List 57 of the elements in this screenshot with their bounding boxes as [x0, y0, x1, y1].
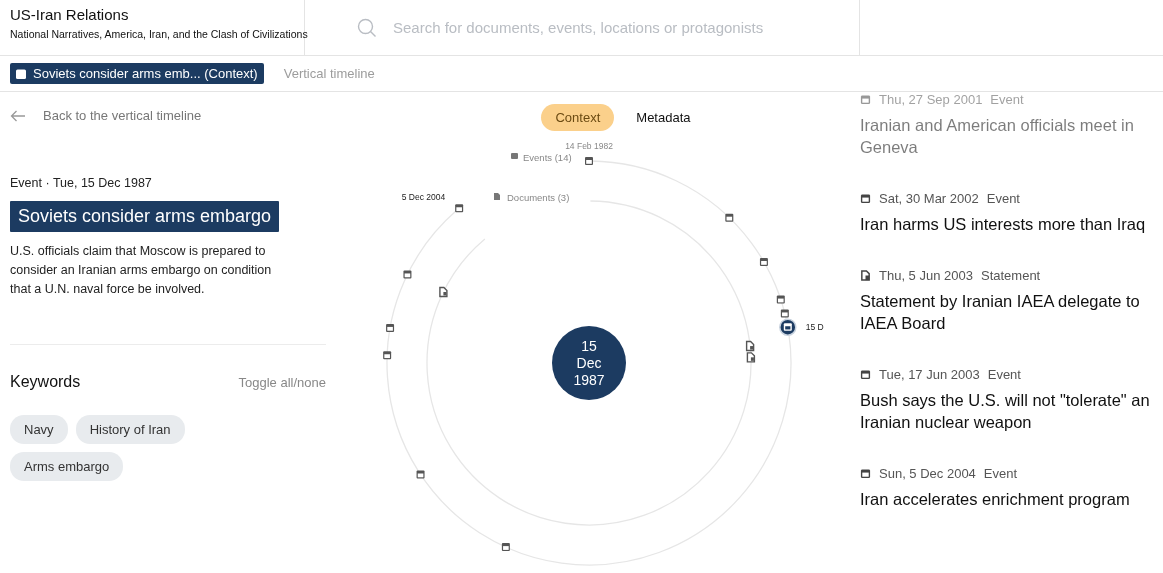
item-type: Event — [990, 92, 1024, 107]
keyword-chip[interactable]: Arms embargo — [10, 452, 124, 481]
document-node-icon[interactable] — [746, 352, 756, 363]
timeline-item-title[interactable]: Iranian and American officials meet in Geneva — [860, 114, 1160, 158]
calendar-icon — [860, 369, 871, 380]
event-description: U.S. officials claim that Moscow is prepared to consider an Iranian arms embargo on condition that a U.N. naval force be involved. — [10, 243, 273, 298]
timeline-item-title[interactable]: Iran harms US interests more than Iraq — [860, 213, 1160, 235]
document-node-icon[interactable] — [439, 286, 448, 298]
calendar-icon — [860, 193, 871, 204]
calendar-icon — [15, 67, 27, 80]
event-node-icon[interactable] — [759, 258, 768, 266]
event-node-icon[interactable] — [403, 270, 412, 279]
breadcrumb-tab[interactable]: Soviets consider arms emb... (Context) — [10, 63, 264, 84]
item-date: Sat, 30 Mar 2002 — [879, 191, 979, 206]
site-title[interactable]: US-Iran Relations — [10, 6, 304, 23]
event-node-icon[interactable] — [383, 351, 392, 360]
event-node-icon[interactable] — [776, 295, 785, 304]
event-node-icon[interactable] — [416, 470, 425, 479]
item-type: Statement — [980, 268, 1041, 283]
back-link[interactable]: Back to the vertical timeline — [10, 108, 326, 123]
event-node-icon[interactable] — [501, 543, 510, 552]
event-node-icon[interactable] — [780, 309, 789, 318]
item-date: Thu, 27 Sep 2001 — [879, 92, 983, 107]
item-type: Event — [986, 191, 1020, 206]
event-node-icon[interactable] — [585, 157, 593, 165]
event-title: Soviets consider arms embargo — [10, 201, 280, 232]
event-node-icon[interactable] — [386, 323, 395, 332]
item-date: Sun, 5 Dec 2004 — [879, 466, 976, 481]
node-date-label: 15 D — [805, 322, 824, 333]
event-meta: Event · Tue, 15 Dec 1987 — [10, 176, 153, 190]
node-date-label: 5 Dec 2004 — [401, 192, 446, 203]
events-ring-label: Events (14) — [511, 152, 572, 163]
document-icon — [860, 270, 871, 281]
calendar-icon — [860, 94, 871, 105]
keyword-chip[interactable]: Navy — [10, 415, 68, 444]
keywords-heading: Keywords — [10, 373, 81, 391]
calendar-icon — [860, 468, 871, 479]
back-arrow-icon — [10, 109, 26, 122]
view-tab[interactable]: Context — [541, 104, 615, 131]
selected-event-node[interactable] — [779, 318, 797, 336]
keyword-chip[interactable]: History of Iran — [75, 415, 185, 444]
item-date: Tue, 17 Jun 2003 — [879, 367, 980, 382]
center-date: 15 Dec 1987 — [573, 338, 605, 388]
item-type: Event — [987, 367, 1021, 382]
timeline-item-title[interactable]: Statement by Iranian IAEA delegate to IAEA Board — [860, 290, 1160, 334]
event-node-icon[interactable] — [455, 204, 464, 213]
search-icon — [357, 17, 377, 38]
event-node-icon[interactable] — [725, 213, 734, 222]
documents-ring-label: Documents (3) — [494, 192, 570, 203]
item-date: Thu, 5 Jun 2003 — [879, 268, 973, 283]
timeline-item-title[interactable]: Iran accelerates enrichment program — [860, 488, 1160, 510]
node-date-label: 14 Feb 1982 — [565, 141, 613, 151]
toggle-link[interactable]: Toggle all/none — [238, 374, 326, 390]
item-type: Event — [983, 466, 1018, 481]
document-node-icon[interactable] — [745, 340, 755, 352]
timeline-item-title[interactable]: Bush says the U.S. will not "tolerate" an Iranian nuclear weapon — [860, 389, 1160, 433]
view-tab[interactable]: Metadata — [622, 104, 705, 131]
